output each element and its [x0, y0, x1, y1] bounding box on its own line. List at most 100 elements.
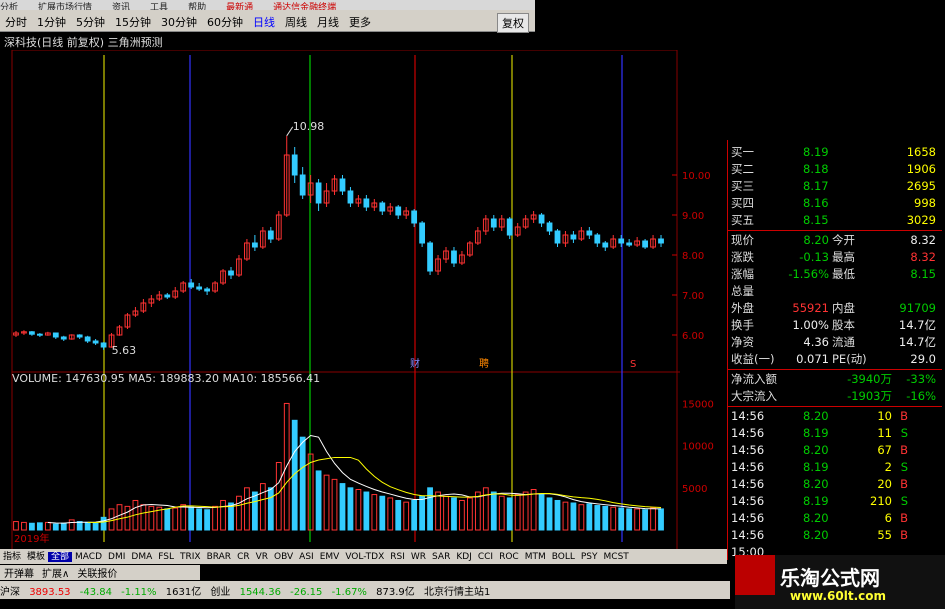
period-3[interactable]: 15分钟: [110, 10, 156, 34]
period-9[interactable]: 更多: [344, 10, 376, 34]
candle-body: [251, 242, 258, 248]
bottom-tab-2[interactable]: 关联报价: [73, 569, 121, 580]
indicator-tab-23[interactable]: PSY: [578, 552, 601, 562]
fuquan-button[interactable]: 复权: [497, 13, 529, 33]
indicator-tab-5[interactable]: DMA: [128, 552, 155, 562]
tick-side: S: [900, 460, 908, 474]
ma10-value: MA10: 185566.41: [222, 372, 321, 385]
stat-value-2: 8.32: [910, 233, 936, 247]
candle-body: [419, 222, 426, 244]
volume-bar: [371, 494, 378, 531]
indicator-tab-9[interactable]: CR: [234, 552, 253, 562]
candle-body: [315, 182, 322, 204]
candle-body: [36, 333, 43, 336]
brand-name: 乐淘公式网: [780, 566, 880, 590]
indicator-tab-19[interactable]: CCI: [475, 552, 496, 562]
period-1[interactable]: 1分钟: [32, 10, 71, 34]
stat-value-2: 8.15: [910, 267, 936, 281]
indicator-tab-0[interactable]: 指标: [0, 552, 24, 562]
indicator-tab-22[interactable]: BOLL: [549, 552, 578, 562]
volume-bar: [259, 483, 266, 531]
stat-value-2: 91709: [899, 301, 936, 315]
stat-value-2: 14.7亿: [898, 318, 936, 332]
menu-item-red2[interactable]: 通达信金融终端: [273, 3, 336, 10]
volume-bar: [228, 502, 234, 531]
tick-time: 14:56: [731, 528, 765, 542]
event-label[interactable]: S: [630, 359, 636, 370]
flow-row: 大宗流入 -1903万 -16%: [728, 388, 942, 405]
indicator-tab-18[interactable]: KDJ: [453, 552, 475, 562]
period-6[interactable]: 日线: [248, 10, 280, 34]
indicator-tab-20[interactable]: ROC: [496, 552, 522, 562]
indicator-tab-21[interactable]: MTM: [522, 552, 549, 562]
volume-bar: [658, 508, 664, 531]
indicator-tab-11[interactable]: OBV: [271, 552, 296, 562]
indicator-tab-12[interactable]: ASI: [296, 552, 317, 562]
indicator-tab-7[interactable]: TRIX: [177, 552, 204, 562]
bid-price: 8.17: [803, 179, 829, 193]
indicator-tab-3[interactable]: MACD: [72, 552, 105, 562]
indicator-tab-17[interactable]: SAR: [429, 552, 453, 562]
period-8[interactable]: 月线: [312, 10, 344, 34]
indicator-tab-1[interactable]: 模板: [24, 552, 48, 562]
period-4[interactable]: 30分钟: [156, 10, 202, 34]
bid-volume: 1658: [906, 145, 936, 159]
sh-index-pct: -1.11%: [121, 587, 157, 598]
period-0[interactable]: 分时: [0, 10, 32, 34]
volume-bar: [236, 495, 242, 531]
indicator-tab-2[interactable]: 全部: [48, 552, 73, 562]
period-5[interactable]: 60分钟: [202, 10, 248, 34]
indicator-tab-13[interactable]: EMV: [317, 552, 343, 562]
server-name[interactable]: 北京行情主站1: [424, 587, 490, 598]
tick-price: 8.19: [803, 426, 829, 440]
stat-row: 换手 1.00% 股本 14.7亿: [728, 317, 942, 334]
volume-bar: [148, 505, 155, 531]
candle-body: [363, 198, 370, 208]
stat-label: 总量: [731, 284, 754, 298]
stat-label: 收益(一): [731, 352, 775, 366]
kline-chart[interactable]: 10.00 9.00 8.00 7.00 6.00 15000 10000 5000 10.98…: [0, 50, 727, 550]
bottom-tab-1[interactable]: 扩展∧: [38, 569, 73, 580]
indicator-tab-6[interactable]: FSL: [155, 552, 177, 562]
tick-time: 14:56: [731, 409, 765, 423]
volume-bar: [116, 504, 123, 531]
brand-logo-icon: [735, 555, 775, 595]
tick-time: 14:56: [731, 511, 765, 525]
event-label[interactable]: 聘: [479, 357, 489, 370]
tick-time: 14:56: [731, 477, 765, 491]
tick-price: 8.20: [803, 409, 829, 423]
event-label[interactable]: 财: [410, 357, 420, 370]
indicator-tab-16[interactable]: WR: [408, 552, 429, 562]
menu-item-3[interactable]: 工具: [150, 3, 168, 10]
period-7[interactable]: 周线: [280, 10, 312, 34]
tick-volume: 55: [877, 528, 892, 542]
indicator-tab-15[interactable]: RSI: [387, 552, 408, 562]
indicator-tab-8[interactable]: BRAR: [204, 552, 234, 562]
volume-tick-label: 15000: [682, 399, 714, 410]
indicator-tab-10[interactable]: VR: [253, 552, 271, 562]
chart-frame: [11, 50, 678, 550]
indicator-tab-14[interactable]: VOL-TDX: [342, 552, 387, 562]
candle-body: [602, 242, 609, 248]
volume-bar: [451, 497, 457, 531]
cy-index-pct: -1.67%: [331, 587, 367, 598]
volume-bar: [347, 487, 354, 531]
tick-row: 14:56 8.19 210 S: [728, 493, 942, 510]
period-2[interactable]: 5分钟: [71, 10, 110, 34]
menu-item-0[interactable]: 分析: [0, 3, 18, 10]
volume-bar: [626, 508, 633, 531]
menu-item-2[interactable]: 资讯: [112, 3, 130, 10]
bid-price: 8.16: [803, 196, 829, 210]
menu-item-red1[interactable]: 最新通: [226, 3, 253, 10]
year-label: 2019年: [14, 532, 49, 545]
bid-row: 买一 8.19 1658: [728, 144, 942, 161]
quote-panel: 买一 8.19 1658 买二 8.18 1906 买三 8.17 2695 买四 8.16 998 买…: [727, 140, 942, 560]
menu-item-1[interactable]: 扩展市场行情: [38, 3, 92, 10]
menu-item-4[interactable]: 帮助: [188, 3, 206, 10]
indicator-tab-4[interactable]: DMI: [105, 552, 128, 562]
bottom-tab-0[interactable]: 开弹幕: [0, 569, 38, 580]
indicator-tab-24[interactable]: MCST: [601, 552, 632, 562]
candle-body: [76, 334, 83, 338]
volume-bar: [188, 506, 195, 531]
stat-value: -1.56%: [788, 267, 829, 281]
